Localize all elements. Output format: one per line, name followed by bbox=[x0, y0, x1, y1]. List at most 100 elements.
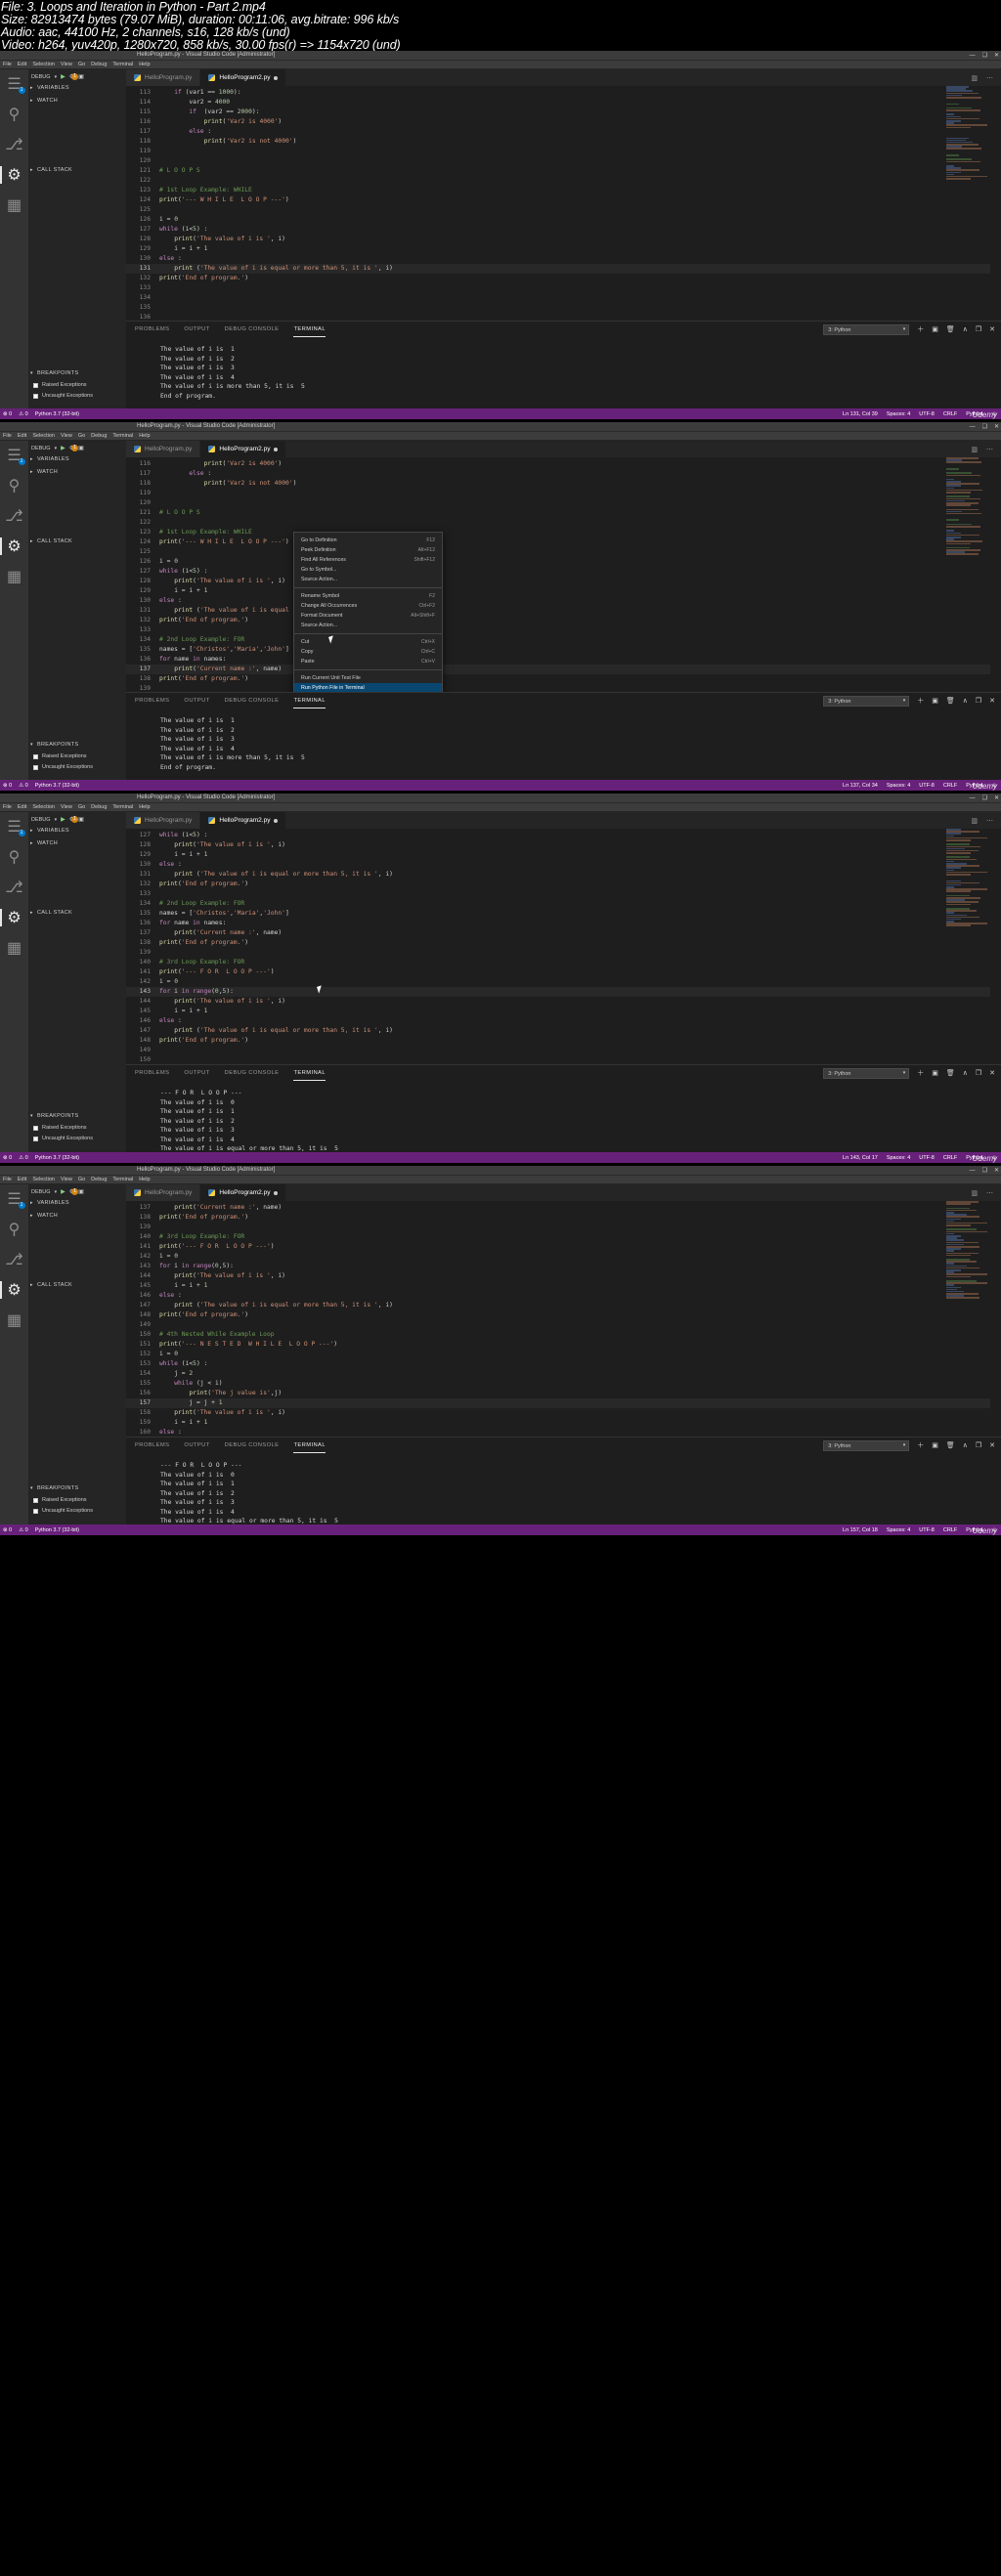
line-text[interactable]: names = ['Christos','Maria','John'] bbox=[159, 909, 289, 919]
tab-helloprogram2[interactable]: HelloProgram2.py bbox=[200, 69, 287, 86]
breakpoint-uncaught-exceptions[interactable]: Uncaught Exceptions bbox=[28, 762, 126, 773]
line-text[interactable]: else : bbox=[159, 1428, 182, 1437]
editor-tab-bar[interactable]: HelloProgram.py HelloProgram2.py ▥ ⋯ bbox=[126, 812, 1001, 829]
explorer-icon[interactable]: ☰ 1 bbox=[7, 1191, 25, 1209]
debug-start-icon[interactable]: ▶ bbox=[61, 445, 65, 451]
line-text[interactable]: print('--- N E S T E D W H I L E L O O P… bbox=[159, 1340, 337, 1350]
split-editor-icon[interactable]: ▥ bbox=[971, 817, 978, 825]
checkbox-raised[interactable] bbox=[33, 1497, 38, 1503]
code-line[interactable]: 141 print('--- F O R L O O P ---') bbox=[126, 967, 1001, 977]
sidebar-section-variables[interactable]: VARIABLES bbox=[28, 1197, 126, 1210]
status-errors[interactable]: ⊗ 0 bbox=[3, 411, 12, 417]
line-text[interactable]: # 4th Nested While Example Loop bbox=[159, 1330, 275, 1340]
extensions-icon[interactable]: ▦ bbox=[7, 197, 22, 214]
code-line[interactable]: 136 for name in names: bbox=[126, 919, 1001, 928]
menu-edit[interactable]: Edit bbox=[18, 432, 26, 441]
line-text[interactable]: j = 2 bbox=[159, 1369, 193, 1379]
editor-scrollbar[interactable] bbox=[990, 1201, 1001, 1437]
tab-output[interactable]: OUTPUT bbox=[184, 1441, 209, 1451]
line-text[interactable]: print('--- F O R L O O P ---') bbox=[159, 967, 275, 977]
status-encoding[interactable]: UTF-8 bbox=[919, 783, 935, 789]
code-line[interactable]: 144 print('The value of i is ', i) bbox=[126, 1271, 1001, 1281]
code-line[interactable]: 155 while (j < i) bbox=[126, 1379, 1001, 1389]
open-terminal-icon[interactable]: ▣ bbox=[78, 816, 84, 823]
line-text[interactable]: print ('The value of i is equal or more … bbox=[159, 1301, 393, 1310]
context-menu-item[interactable]: Run Python File in Terminal bbox=[294, 683, 442, 692]
code-line[interactable]: 116 print('Var2 is 4000') bbox=[126, 117, 1001, 127]
kill-terminal-icon[interactable]: 🗑 bbox=[946, 1442, 955, 1450]
debug-icon[interactable]: ⚙ bbox=[0, 166, 22, 184]
line-text[interactable]: # 1st Loop Example: WHILE bbox=[159, 528, 252, 537]
menu-terminal[interactable]: Terminal bbox=[112, 61, 133, 69]
menu-view[interactable]: View bbox=[61, 432, 72, 441]
menu-edit[interactable]: Edit bbox=[18, 803, 26, 812]
line-text[interactable]: print('Current name :', name) bbox=[159, 928, 282, 938]
tab-debug-console[interactable]: DEBUG CONSOLE bbox=[225, 325, 280, 335]
context-menu-item[interactable]: Copy Ctrl+C bbox=[294, 647, 442, 657]
new-terminal-icon[interactable]: ＋ bbox=[917, 1070, 924, 1078]
status-spaces[interactable]: Spaces: 4 bbox=[887, 783, 910, 789]
menu-file[interactable]: File bbox=[3, 432, 12, 441]
status-python-version[interactable]: Python 3.7 (32-bit) bbox=[35, 783, 79, 789]
line-text[interactable]: print('Var2 is 4000') bbox=[159, 459, 283, 469]
debug-config-dropdown[interactable]: ▾ bbox=[55, 1189, 58, 1195]
code-editor[interactable]: 113 if (var1 == 1000): 114 var2 = 4000 115… bbox=[126, 86, 1001, 321]
line-text[interactable]: var2 = 4000 bbox=[159, 98, 230, 107]
kill-terminal-icon[interactable]: 🗑 bbox=[946, 326, 955, 334]
status-bar[interactable]: ⊗ 0 ⚠ 0 Python 3.7 (32-bit) Ln 131, Col … bbox=[0, 408, 1001, 419]
tab-debug-console[interactable]: DEBUG CONSOLE bbox=[225, 697, 280, 707]
code-line[interactable]: 145 i = i + 1 bbox=[126, 1281, 1001, 1291]
source-control-icon[interactable]: ⎇ bbox=[5, 880, 22, 896]
code-line[interactable]: 134 bbox=[126, 293, 1001, 303]
line-text[interactable]: print('--- W H I L E L O O P ---') bbox=[159, 537, 289, 547]
code-line[interactable]: 146 else : bbox=[126, 1291, 1001, 1301]
code-line[interactable]: 131 print ('The value of i is equal or bbox=[126, 606, 1001, 616]
code-line[interactable]: 118 print('Var2 is not 4000') bbox=[126, 137, 1001, 147]
status-position[interactable]: Ln 137, Col 34 bbox=[843, 783, 878, 789]
tab-output[interactable]: OUTPUT bbox=[184, 697, 209, 707]
line-text[interactable]: else : bbox=[159, 469, 211, 479]
line-text[interactable]: for name in names: bbox=[159, 655, 226, 665]
breakpoint-raised-exceptions[interactable]: Raised Exceptions bbox=[28, 1495, 126, 1506]
line-text[interactable]: print('The value of i is ', i) bbox=[159, 235, 285, 244]
editor-actions[interactable]: ▥ ⋯ bbox=[971, 1184, 1001, 1201]
sidebar-section-callstack[interactable]: CALL STACK bbox=[28, 536, 126, 548]
sidebar-section-variables[interactable]: VARIABLES bbox=[28, 825, 126, 837]
line-text[interactable]: print('End of program.') bbox=[159, 616, 248, 625]
code-line[interactable]: 126 i = 0 bbox=[126, 215, 1001, 225]
line-text[interactable]: print('End of program.') bbox=[159, 1310, 248, 1320]
line-text[interactable]: print('End of program.') bbox=[159, 938, 248, 948]
panel-tab-bar[interactable]: PROBLEMS OUTPUT DEBUG CONSOLE TERMINAL 3… bbox=[126, 322, 1001, 338]
line-text[interactable]: i = 0 bbox=[159, 1252, 178, 1262]
code-line[interactable]: 132 print('End of program.') bbox=[126, 274, 1001, 283]
code-line[interactable]: 158 print('The value of i is ', i) bbox=[126, 1408, 1001, 1418]
sidebar-section-watch[interactable]: WATCH bbox=[28, 466, 126, 479]
menu-file[interactable]: File bbox=[3, 61, 12, 69]
tab-helloprogram2[interactable]: HelloProgram2.py bbox=[200, 812, 287, 829]
explorer-icon[interactable]: ☰ 1 bbox=[7, 819, 25, 837]
code-line[interactable]: 133 bbox=[126, 889, 1001, 899]
code-line[interactable]: 138 print('End of program.') bbox=[126, 938, 1001, 948]
open-terminal-icon[interactable]: ▣ bbox=[78, 445, 84, 451]
panel-tab-bar[interactable]: PROBLEMS OUTPUT DEBUG CONSOLE TERMINAL 3… bbox=[126, 693, 1001, 709]
window-controls[interactable]: — ❑ ✕ bbox=[970, 1167, 999, 1175]
line-text[interactable]: j = j + 1 bbox=[159, 1398, 222, 1408]
menu-go[interactable]: Go bbox=[78, 1176, 85, 1184]
close-icon[interactable]: ✕ bbox=[994, 52, 999, 60]
maximize-panel-icon[interactable]: ∧ bbox=[963, 1070, 968, 1078]
code-editor[interactable]: 137 print('Current name :', name) 138 prin… bbox=[126, 1201, 1001, 1437]
checkbox-raised[interactable] bbox=[33, 753, 38, 759]
code-line[interactable]: 123 # 1st Loop Example: WHILE bbox=[126, 528, 1001, 537]
code-line[interactable]: 149 bbox=[126, 1046, 1001, 1055]
line-text[interactable]: print('The value of i is ', i) bbox=[159, 577, 285, 586]
code-line[interactable]: 122 bbox=[126, 518, 1001, 528]
editor-actions[interactable]: ▥ ⋯ bbox=[971, 441, 1001, 457]
editor-actions[interactable]: ▥ ⋯ bbox=[971, 812, 1001, 829]
code-lines[interactable]: 113 if (var1 == 1000): 114 var2 = 4000 115… bbox=[126, 86, 1001, 321]
line-text[interactable]: while (i<5) : bbox=[159, 225, 207, 235]
code-line[interactable]: 126 i = 0 bbox=[126, 557, 1001, 567]
explorer-icon[interactable]: ☰ 1 bbox=[7, 76, 25, 94]
code-line[interactable]: 154 j = 2 bbox=[126, 1369, 1001, 1379]
sidebar-section-watch[interactable]: WATCH bbox=[28, 1210, 126, 1223]
code-line[interactable]: 139 bbox=[126, 948, 1001, 958]
